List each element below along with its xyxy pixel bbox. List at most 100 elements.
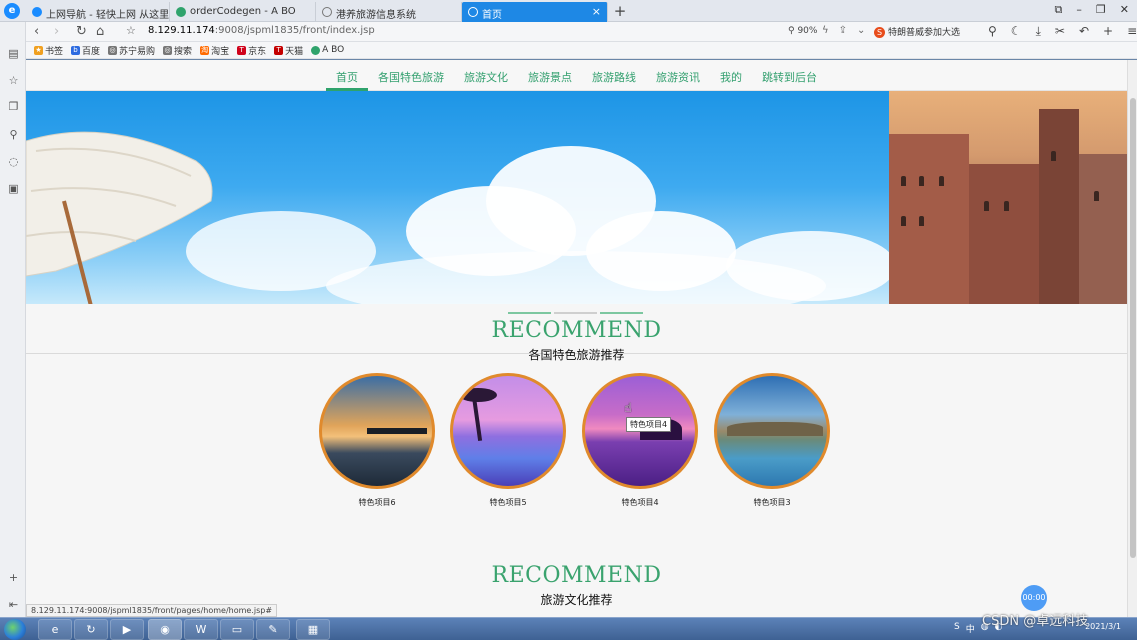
search-icon[interactable]: ⚲ xyxy=(7,128,20,141)
bookmark-item[interactable]: 淘淘宝 xyxy=(200,44,229,57)
grid-icon[interactable]: ▣ xyxy=(7,182,20,195)
nav-country-travel[interactable]: 各国特色旅游 xyxy=(368,60,454,91)
nav-attractions[interactable]: 旅游景点 xyxy=(518,60,582,91)
recommend-card[interactable]: 特色项目3 xyxy=(714,373,830,508)
add-icon[interactable]: + xyxy=(7,571,20,584)
page-scrollbar[interactable] xyxy=(1127,60,1137,617)
nav-travel-culture[interactable]: 旅游文化 xyxy=(454,60,518,91)
mountain-shape xyxy=(727,422,823,436)
search-promo[interactable]: S 特朗普威参加大选 xyxy=(874,25,960,38)
minimize-icon[interactable]: – xyxy=(1076,3,1082,17)
card-image[interactable] xyxy=(319,373,435,489)
plus-icon[interactable]: + xyxy=(1103,24,1113,39)
book-icon[interactable]: ❐ xyxy=(7,100,20,113)
nav-mine[interactable]: 我的 xyxy=(710,60,752,91)
carousel-dot[interactable] xyxy=(554,312,597,314)
close-icon[interactable]: × xyxy=(592,5,601,18)
sogou-icon[interactable]: S xyxy=(954,622,960,635)
refresh-app-icon[interactable]: ↻ xyxy=(74,619,108,640)
tab-home[interactable]: 首页 × xyxy=(462,2,608,22)
pier-shape xyxy=(367,428,427,434)
window-shape xyxy=(919,176,924,186)
nav-news[interactable]: 旅游资讯 xyxy=(646,60,710,91)
folder-icon[interactable]: ▦ xyxy=(296,619,330,640)
scissors-icon[interactable]: ✂ xyxy=(1055,24,1065,39)
bookmark-label: 书签 xyxy=(45,46,64,57)
chat-icon[interactable]: ◌ xyxy=(7,155,20,168)
nav-routes[interactable]: 旅游路线 xyxy=(582,60,646,91)
download-icon[interactable]: ⤓ xyxy=(1036,24,1041,39)
nav-admin[interactable]: 跳转到后台 xyxy=(752,60,827,91)
bookmark-item[interactable]: ◎ 苏宁易购 xyxy=(108,44,155,57)
tab-ordercodegen[interactable]: orderCodegen - A BO xyxy=(170,2,316,22)
home-icon[interactable]: ⌂ xyxy=(96,24,104,39)
bookmark-item[interactable]: A BO xyxy=(311,45,344,55)
maximize-icon[interactable]: ❐ xyxy=(1096,3,1106,17)
banner-city-image xyxy=(889,91,1127,304)
tab-title: 首页 xyxy=(482,10,502,21)
reader-icon[interactable]: ▤ xyxy=(7,47,20,60)
chevron-down-icon[interactable]: ⌄ xyxy=(857,25,865,36)
recommend-card[interactable]: 特色项目4 xyxy=(582,373,698,508)
paint-icon[interactable]: ✎ xyxy=(256,619,290,640)
bookmark-item[interactable]: T 京东 xyxy=(237,44,266,57)
card-image[interactable] xyxy=(450,373,566,489)
recommend-card[interactable]: 特色项目5 xyxy=(450,373,566,508)
zoom-level[interactable]: ⚲ 90% xyxy=(788,26,817,36)
share-icon[interactable]: ⇪ xyxy=(839,25,847,36)
card-caption[interactable]: 特色项目6 xyxy=(319,497,435,508)
bookmark-item[interactable]: ★ 书签 xyxy=(34,44,63,57)
search-icon[interactable]: ⚲ xyxy=(988,24,997,39)
nav-home[interactable]: 首页 xyxy=(326,60,368,91)
timer-badge[interactable]: 00:00 xyxy=(1021,585,1047,611)
start-button[interactable] xyxy=(4,619,26,640)
bookmark-star-icon[interactable]: ☆ xyxy=(126,24,136,37)
banner-sky-image xyxy=(26,91,896,304)
new-tab-button[interactable]: + xyxy=(612,2,628,20)
browser-tools: ⚲ ☾ ⤓ ✂ ↶ + ≡ xyxy=(988,24,1137,39)
card-image[interactable] xyxy=(714,373,830,489)
bookmark-item[interactable]: T 天猫 xyxy=(274,44,303,57)
undo-icon[interactable]: ↶ xyxy=(1079,24,1089,39)
tab-navigation[interactable]: 上网导航 - 轻快上网 从这里开始 xyxy=(26,2,170,22)
palm-tree-shape xyxy=(471,395,483,442)
star-icon[interactable]: ☆ xyxy=(7,74,20,87)
tab-travel-system[interactable]: 港养旅游信息系统 xyxy=(316,2,462,22)
menu-icon[interactable]: ≡ xyxy=(1127,24,1137,39)
section-title: RECOMMEND xyxy=(491,318,662,343)
media-player-icon[interactable]: ▶ xyxy=(110,619,144,640)
image-tooltip: 特色项目4 xyxy=(626,417,672,432)
bookmark-item[interactable]: ◎ 搜索 xyxy=(163,44,192,57)
banner-carousel[interactable] xyxy=(26,91,1127,304)
status-bar-url: 8.129.11.174:9008/jspml1835/front/pages/… xyxy=(26,604,278,617)
carousel-dot[interactable] xyxy=(600,312,643,314)
window-app-icon[interactable]: ▭ xyxy=(220,619,254,640)
ie-icon[interactable]: e xyxy=(38,619,72,640)
url-input[interactable]: 8.129.11.174:9008/jspml1835/front/index.… xyxy=(148,25,375,36)
lightning-icon[interactable]: ϟ xyxy=(822,25,829,36)
site-icon xyxy=(176,7,186,17)
browser-logo-icon[interactable]: e xyxy=(4,3,20,19)
scrollbar-thumb[interactable] xyxy=(1130,98,1136,558)
restore-layout-icon[interactable]: ⧉ xyxy=(1055,3,1063,17)
collapse-sidebar-icon[interactable]: ⇤ xyxy=(7,598,20,611)
ime-indicator[interactable]: 中 xyxy=(966,622,975,635)
bookmark-label: 苏宁易购 xyxy=(119,46,156,57)
bookmark-item[interactable]: b 百度 xyxy=(71,44,100,57)
browser-app-icon[interactable]: ◉ xyxy=(148,619,182,640)
recommend-card[interactable]: 特色项目6 xyxy=(319,373,435,508)
reload-icon[interactable]: ↻ xyxy=(76,24,87,39)
word-icon[interactable]: W xyxy=(184,619,218,640)
bookmarks-bar: ★ 书签 b 百度 ◎ 苏宁易购 ◎ 搜索 淘淘宝 T 京东 T 天猫 A BO xyxy=(26,42,1137,59)
close-window-icon[interactable]: ✕ xyxy=(1120,3,1129,17)
carousel-dot[interactable] xyxy=(508,312,551,314)
clock[interactable]: 2021/3/1 xyxy=(1085,622,1121,631)
night-mode-icon[interactable]: ☾ xyxy=(1011,24,1022,39)
card-caption[interactable]: 特色项目5 xyxy=(450,497,566,508)
section-title: RECOMMEND xyxy=(491,563,662,588)
window-shape xyxy=(1094,191,1099,201)
card-caption[interactable]: 特色项目4 xyxy=(582,497,698,508)
back-icon[interactable]: ‹ xyxy=(34,24,39,39)
card-caption[interactable]: 特色项目3 xyxy=(714,497,830,508)
forward-icon[interactable]: › xyxy=(54,24,59,39)
